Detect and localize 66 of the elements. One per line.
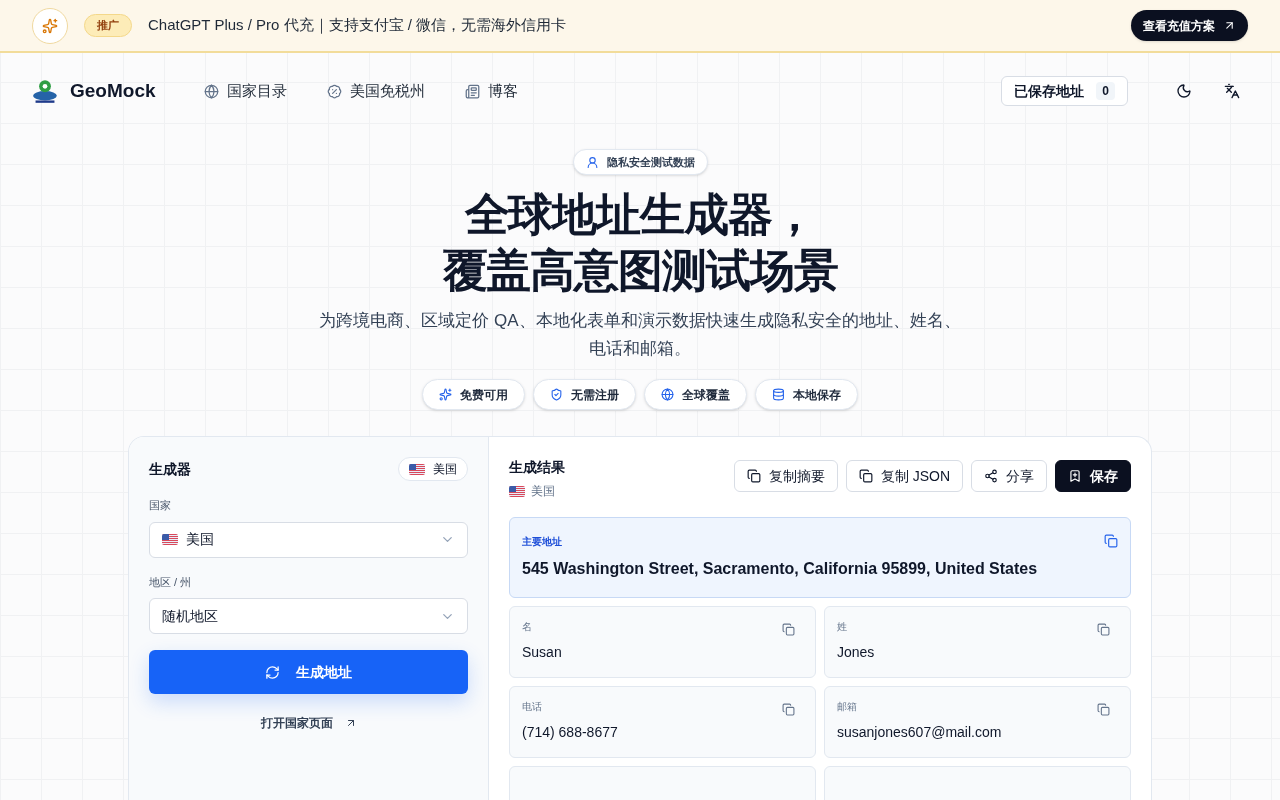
hero-subtitle: 为跨境电商、区域定价 QA、本地化表单和演示数据快速生成隐私安全的地址、姓名、电话和邮箱。 — [318, 310, 962, 360]
info-value: susanjones607@mail.com — [837, 723, 1002, 742]
generate-button[interactable]: 生成地址 — [149, 650, 468, 694]
copy-icon[interactable] — [782, 703, 795, 716]
feature-chip: 免费可用 — [422, 379, 525, 410]
sparkle-glyph — [42, 17, 58, 34]
nav-link[interactable]: 国家目录 — [203, 79, 287, 103]
copy-icon[interactable] — [1097, 623, 1110, 636]
share-icon — [984, 469, 998, 483]
recharge-button[interactable]: 查看充值方案 — [1131, 10, 1248, 41]
primary-address: 545 Washington Street, Sacramento, California 95899, United States — [522, 559, 1038, 579]
moon-icon — [1176, 83, 1192, 99]
sparkles-icon — [439, 388, 452, 401]
info-label: 邮箱 — [837, 700, 858, 714]
bookmark-icon — [1068, 469, 1082, 483]
nav-link[interactable]: 博客 — [464, 79, 518, 103]
refresh-icon — [265, 664, 280, 680]
copy-icon[interactable] — [782, 623, 795, 636]
open-country-link[interactable]: 打开国家页面 — [260, 714, 357, 732]
select-field[interactable]: 随机地区 — [149, 598, 468, 634]
translate-icon — [1224, 83, 1240, 99]
flag-icon — [162, 534, 178, 545]
globe-icon — [203, 83, 219, 99]
flag-icon — [509, 485, 525, 497]
user-icon — [585, 155, 599, 169]
flag-icon — [409, 463, 425, 475]
action-button[interactable]: 分享 — [971, 460, 1047, 492]
feature-chip: 无需注册 — [533, 379, 636, 410]
arrow-icon — [1223, 19, 1236, 32]
promo-badge: 推广 — [84, 14, 132, 37]
info-label: 名 — [522, 620, 533, 634]
info-value: Susan — [522, 643, 562, 662]
logo-icon — [32, 79, 58, 103]
globe-icon — [661, 388, 674, 401]
results-title: 生成结果 — [509, 458, 565, 477]
select-field[interactable]: 美国 — [149, 521, 468, 558]
info-value: (714) 688-8677 — [522, 723, 618, 742]
hero-title: 全球地址生成器， — [464, 188, 816, 242]
action-button[interactable]: 复制 JSON — [845, 460, 963, 492]
feature-chip: 本地保存 — [755, 379, 858, 410]
copy-icon[interactable] — [1097, 703, 1110, 716]
action-button[interactable]: 复制摘要 — [733, 460, 838, 492]
field-label: 地区 / 州 — [149, 574, 193, 590]
newspaper-icon — [464, 83, 480, 99]
info-label: 姓 — [837, 620, 848, 634]
action-button[interactable]: 保存 — [1055, 460, 1131, 492]
hero-title: 覆盖高意图测试场景 — [442, 244, 838, 298]
copy-icon — [858, 469, 873, 483]
primary-address-label: 主要地址 — [522, 535, 563, 549]
info-value: Jones — [837, 643, 875, 662]
copy-icon — [746, 469, 761, 483]
database-icon — [772, 388, 785, 401]
feature-chip: 全球覆盖 — [644, 379, 747, 410]
percent-badge-icon — [326, 83, 342, 99]
info-label: 电话 — [522, 700, 543, 714]
copy-icon[interactable] — [1104, 534, 1118, 548]
country-badge: 美国 — [398, 457, 468, 481]
privacy-pill: 隐私安全测试数据 — [572, 149, 708, 175]
promo-text: ChatGPT Plus / Pro 代充｜支持支付宝 / 微信，无需海外信用卡 — [148, 15, 567, 36]
results-country: 美国 — [509, 482, 565, 500]
panel-title: 生成器 — [149, 459, 191, 479]
field-label: 国家 — [149, 498, 172, 513]
nav-link[interactable]: 美国免税州 — [326, 79, 425, 103]
brand-name[interactable]: GeoMock — [70, 76, 156, 106]
saved-addresses-button[interactable]: 已保存地址 0 — [1001, 76, 1128, 106]
shield-icon — [550, 388, 563, 401]
